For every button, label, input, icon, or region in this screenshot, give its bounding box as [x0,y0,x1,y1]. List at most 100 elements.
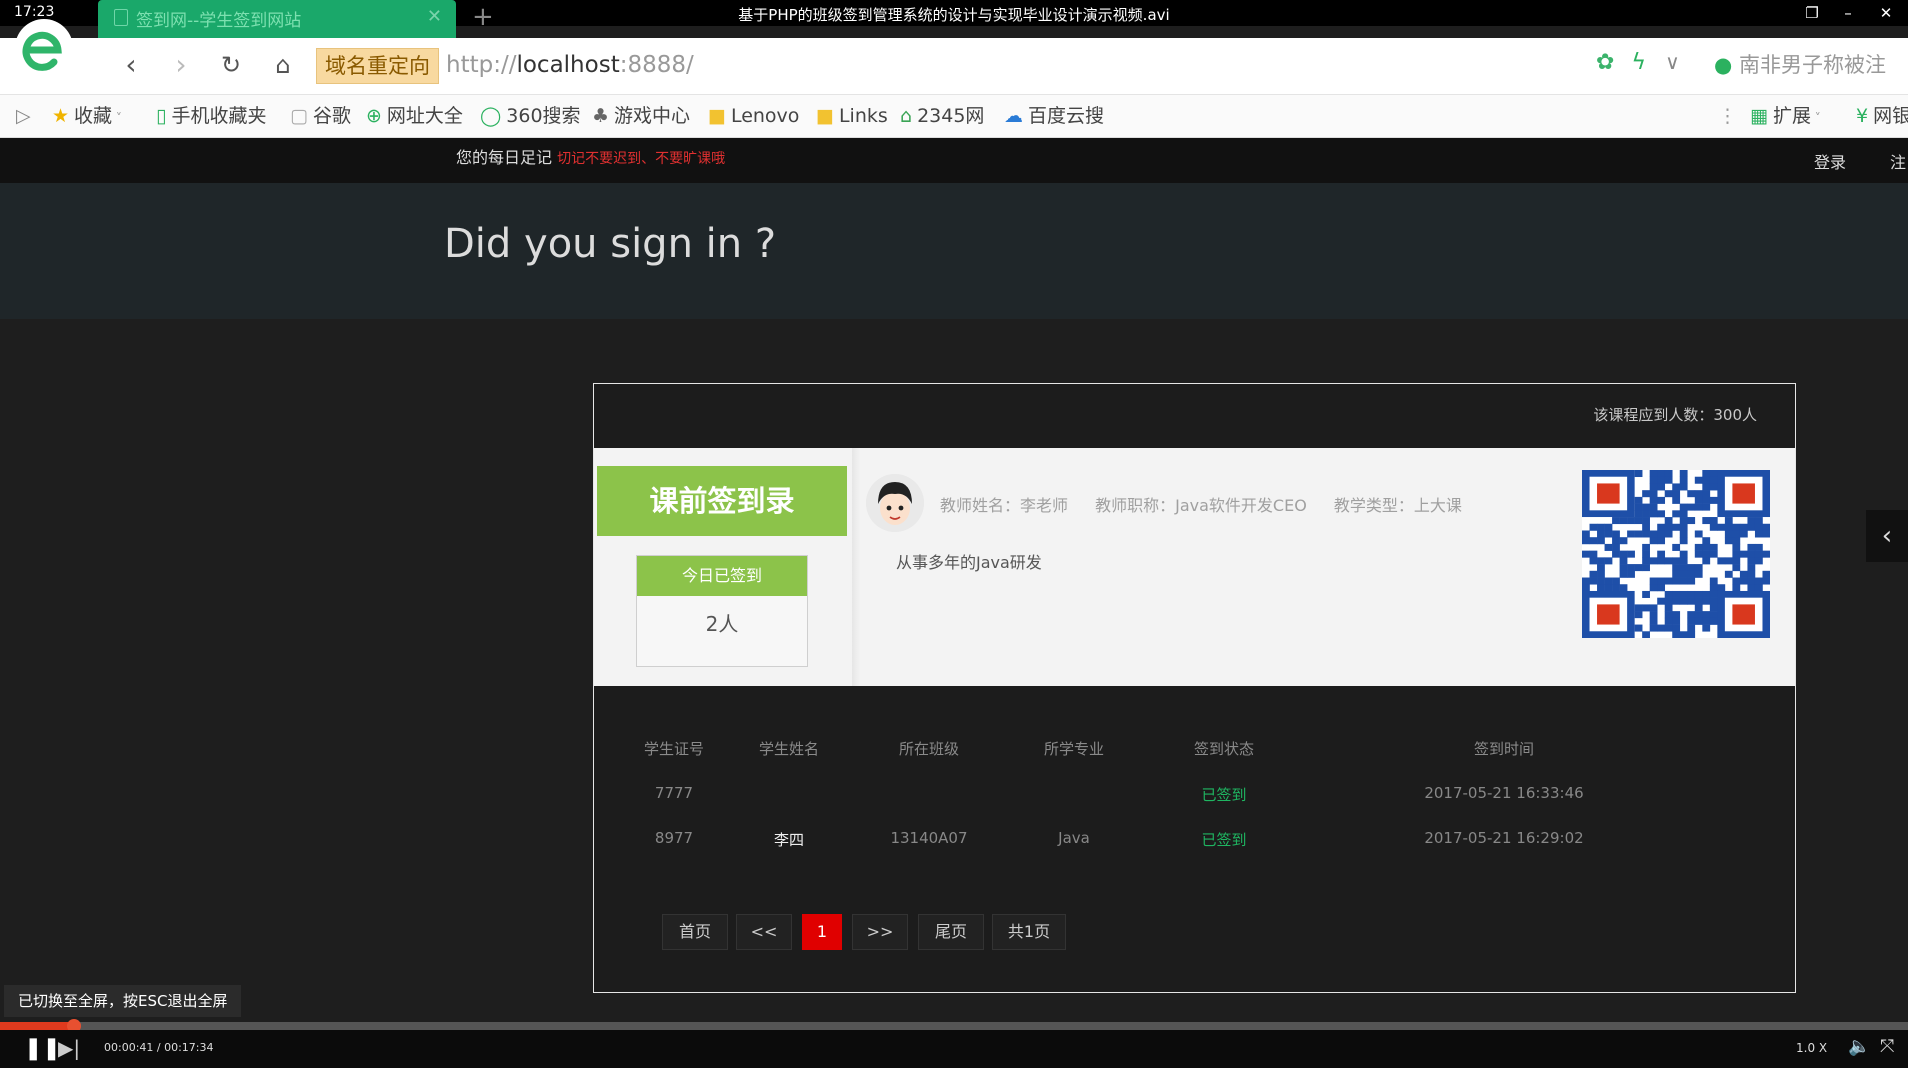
site-header: 您的每日足记 切记不要迟到、不要旷课哦 登录 注 [0,138,1908,183]
bookmark-url-list[interactable]: ⊕ 网址大全 [366,95,463,137]
doc-icon: ▢ [290,105,308,127]
playback-time: 00:00:41 / 00:17:34 [104,1041,214,1054]
cloud-icon: ☁ [1004,105,1023,127]
more-menu-icon[interactable]: ⋮ [1718,95,1737,137]
bookmark-label: 360搜索 [506,105,581,127]
seek-bar[interactable] [0,1019,1908,1033]
refresh-green-icon[interactable]: ✿ [1596,50,1614,75]
chevron-down-icon[interactable]: ∨ [1665,50,1680,74]
bookmark-label: 游戏中心 [614,105,691,127]
teacher-name: 教师姓名：李老师 [940,496,1069,515]
login-link[interactable]: 登录 [1814,149,1846,173]
teacher-avatar [866,474,924,532]
home-icon: ⌂ [900,105,913,127]
total-pages-label: 共1页 [992,914,1066,950]
course-info-card: 课前签到录 今日已签到 2人 教师姓名：李老师 教师职称：Java软件开发CEO… [594,448,1795,686]
bookmark-label: 网址大全 [386,105,463,127]
address-bar[interactable]: http://localhost:8888/ [446,48,694,82]
expected-count: 该课程应到人数：300人 [1593,406,1757,424]
bookmark-games[interactable]: ♣ 游戏中心 [592,95,690,137]
bookmark-label: 2345网 [917,105,985,127]
volume-icon[interactable]: 🔈 [1848,1036,1870,1057]
folder-icon: ■ [816,105,834,127]
bookmark-mobile[interactable]: ▯ 手机收藏夹 [156,95,266,137]
next-track-button[interactable]: ▶| [58,1036,80,1060]
star-icon: ★ [52,105,70,127]
today-signed-box: 今日已签到 2人 [636,555,808,667]
teaching-type: 教学类型：上大课 [1333,496,1462,515]
side-panel-toggle-icon[interactable]: ‹ [1866,510,1908,562]
column-header: 学生证号 [643,740,704,758]
close-window-icon[interactable]: ✕ [1872,2,1900,24]
grid-icon: ▦ [1750,105,1768,127]
bookmark-label: 谷歌 [312,105,351,127]
register-link[interactable]: 注 [1890,149,1906,173]
phone-icon: ▯ [156,105,167,127]
bookmark-label: Lenovo [730,105,800,127]
card-divider [852,448,860,686]
bookmark-google[interactable]: ▢ 谷歌 [290,95,351,137]
cell-class: 13140A07 [890,829,968,847]
folder-icon: ■ [708,105,726,127]
bookmark-label: 收藏 [74,105,113,127]
cell-student-name: 李四 [773,831,804,849]
cell-student-id: 7777 [654,784,694,802]
bookmark-favorites[interactable]: ★ 收藏 ˅ [52,95,122,137]
hero-banner: Did you sign in ? [0,183,1908,319]
extensions-button[interactable]: ▦ 扩展 ˅ [1750,95,1821,137]
plus-circle-icon: ⊕ [366,105,382,127]
cell-status: 已签到 [1201,831,1247,849]
bookmark-baidu-cloud[interactable]: ☁ 百度云搜 [1004,95,1104,137]
fullscreen-toast: 已切换至全屏，按ESC退出全屏 [4,985,242,1017]
cell-time: 2017-05-21 16:33:46 [1424,784,1584,802]
navigation-bar: ‹ › ↻ ⌂ 域名重定向 http://localhost:8888/ ✿ ϟ… [0,38,1908,95]
search360-icon: ◯ [480,105,502,127]
url-prefix: http:// [446,52,517,78]
teacher-info: 教师姓名：李老师 教师职称：Java软件开发CEO 教学类型：上大课 [940,492,1484,516]
card-title: 课前签到录 [597,466,847,536]
bookmark-360search[interactable]: ◯ 360搜索 [480,95,581,137]
bookmark-label: 网银 [1873,105,1908,127]
url-rest: :8888/ [619,52,694,78]
today-signed-count: 2人 [705,612,739,636]
restore-icon[interactable]: ❐ [1798,2,1826,24]
qr-code-image [1582,470,1770,638]
prev-page-button[interactable]: << [736,914,792,950]
lightning-icon[interactable]: ϟ [1632,50,1647,75]
cell-major: Java [1058,829,1090,847]
bookmark-lenovo[interactable]: ■ Lenovo [708,95,799,137]
back-button[interactable]: ‹ [114,48,148,82]
exit-fullscreen-icon[interactable]: ⤧ [1880,1036,1894,1057]
bookmark-links[interactable]: ■ Links [816,95,888,137]
sidebar-toggle-icon[interactable]: ▷ [16,95,31,137]
bookmark-2345[interactable]: ⌂ 2345网 [900,95,984,137]
teacher-title: 教师职称：Java软件开发CEO [1095,496,1307,515]
forward-button[interactable]: › [164,48,198,82]
redirect-label[interactable]: 域名重定向 [316,48,439,84]
playback-speed[interactable]: 1.0 X [1796,1041,1827,1055]
pause-button[interactable]: ❚❚ [24,1036,61,1061]
bookmark-label: Links [838,105,888,127]
motto-text: 您的每日足记 [456,148,553,167]
next-page-button[interactable]: >> [852,914,908,950]
bookmark-label: 百度云搜 [1028,105,1105,127]
player-controls: ❚❚ ▶| 00:00:41 / 00:17:34 1.0 X 🔈 ⤧ [0,1030,1908,1068]
hero-title: Did you sign in ? [444,221,777,267]
extensions-label: 扩展 [1772,105,1811,127]
search360-icon: ● [1714,53,1733,77]
page-1-button[interactable]: 1 [802,914,842,950]
motto-warning: 切记不要迟到、不要旷课哦 [557,151,726,167]
coin-icon: ¥ [1856,105,1869,127]
address-bar-tools: ✿ ϟ ∨ [1596,50,1680,75]
last-page-button[interactable]: 尾页 [918,914,984,950]
reload-button[interactable]: ↻ [214,48,248,82]
bookmark-netbank[interactable]: ¥ 网银 [1856,95,1908,137]
minimize-icon[interactable]: – [1834,2,1862,24]
seek-bar-progress [0,1022,74,1030]
teacher-description: 从事多年的Java研发 [896,553,1042,572]
search-box[interactable]: ● 南非男子称被注 [1714,48,1886,82]
column-header: 签到时间 [1473,740,1534,758]
first-page-button[interactable]: 首页 [662,914,728,950]
home-button[interactable]: ⌂ [266,48,300,82]
browser-logo-icon [15,19,73,77]
